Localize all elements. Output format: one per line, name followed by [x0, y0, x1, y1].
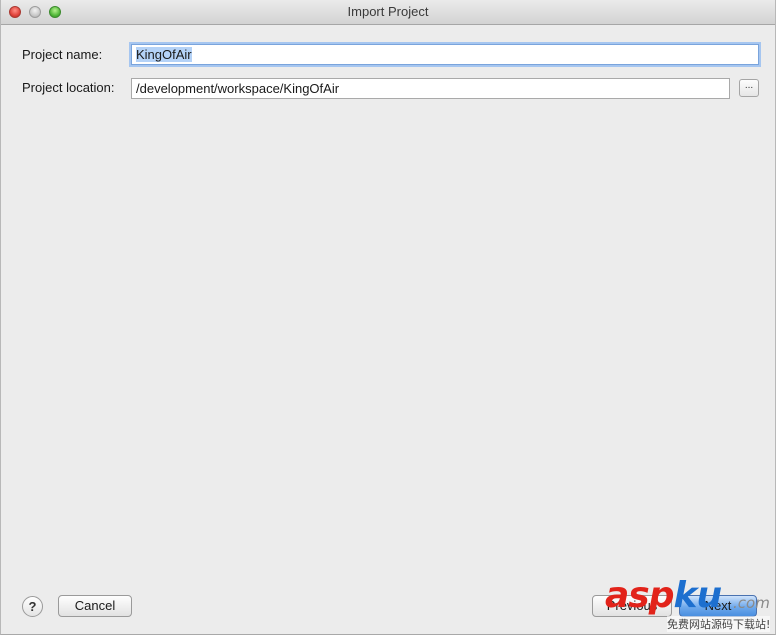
watermark-brand-a: asp: [605, 575, 674, 616]
project-name-value: KingOfAir: [136, 47, 192, 62]
project-name-input[interactable]: KingOfAir: [131, 44, 759, 65]
project-location-value: /development/workspace/KingOfAir: [136, 81, 340, 96]
browse-location-button[interactable]: ...: [739, 79, 759, 97]
watermark-logo: aspku: [605, 575, 723, 616]
watermark-brand-b: ku: [673, 575, 723, 616]
project-location-label: Project location:: [22, 80, 115, 95]
window-title: Import Project: [347, 4, 429, 19]
help-button[interactable]: ?: [22, 596, 43, 617]
title-bar[interactable]: Import Project: [1, 0, 775, 25]
watermark-suffix: .com: [733, 594, 770, 612]
import-project-dialog: Import Project Project name: KingOfAir P…: [0, 0, 776, 635]
watermark: aspku .com 免费网站源码下载站!: [605, 576, 775, 634]
project-location-input[interactable]: /development/workspace/KingOfAir: [131, 78, 730, 99]
watermark-tagline: 免费网站源码下载站!: [667, 616, 771, 632]
project-name-label: Project name:: [22, 47, 103, 62]
cancel-button[interactable]: Cancel: [58, 595, 132, 617]
